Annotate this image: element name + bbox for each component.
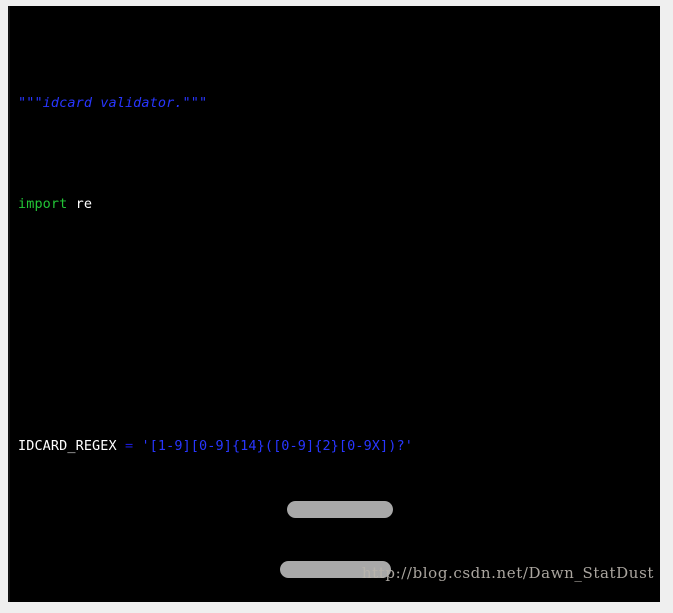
code-line-import: import re — [18, 194, 660, 214]
code-line-blank-1 — [18, 275, 660, 295]
space-2 — [117, 438, 125, 454]
module-docstring-text: """idcard validator.""" — [18, 94, 208, 111]
regex-variable-name: IDCARD_REGEX — [18, 438, 117, 455]
regex-assign-operator: = — [124, 438, 134, 455]
code-line-blank-2 — [18, 335, 660, 355]
import-keyword: import — [18, 195, 68, 212]
code-line-blank-3 — [18, 517, 660, 537]
terminal-left-gutter — [8, 6, 10, 602]
import-module-name: re — [75, 195, 93, 212]
code-line-regex-assign: IDCARD_REGEX = '[1-9][0-9]{14}([0-9]{2}[… — [18, 436, 660, 456]
terminal-window[interactable]: """idcard validator.""" import re IDCARD… — [8, 6, 660, 602]
blog-watermark: http://blog.csdn.net/Dawn_StatDust — [361, 564, 654, 582]
space-1 — [67, 196, 75, 212]
code-line-module-docstring: """idcard validator.""" — [18, 93, 660, 113]
redaction-bar-idcard-3 — [287, 501, 393, 518]
regex-string-literal: '[1-9][0-9]{14}([0-9]{2}[0-9X])?' — [141, 438, 413, 455]
